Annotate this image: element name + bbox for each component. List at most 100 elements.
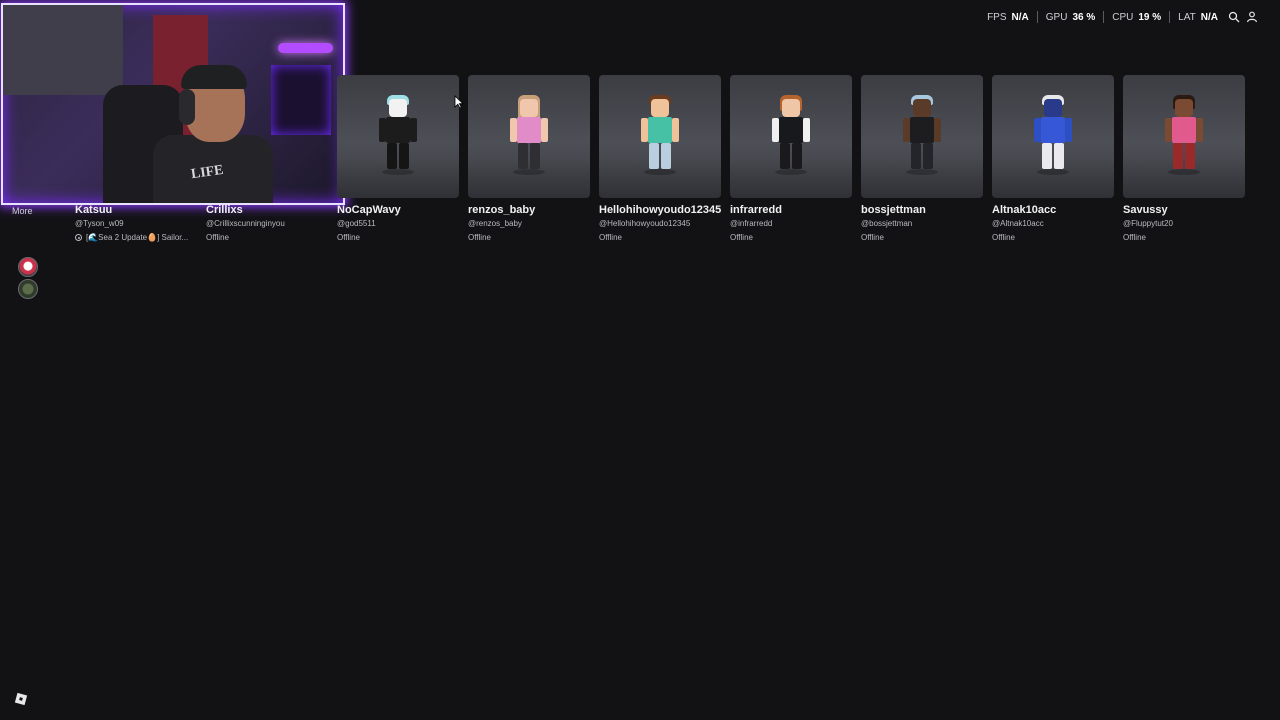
avatar-shadow <box>1168 169 1200 175</box>
friend-card-bossjettman[interactable]: bossjettman @bossjettman Offline <box>861 75 985 242</box>
avatar <box>640 93 680 177</box>
avatar-arm <box>641 118 648 142</box>
friend-handle: @Altnak10acc <box>992 219 1044 228</box>
friend-card-infrarredd[interactable]: infrarredd @infrarredd Offline <box>730 75 854 242</box>
more-menu-label[interactable]: More <box>12 206 33 216</box>
avatar-shadow <box>1037 169 1069 175</box>
friend-avatar-tile[interactable] <box>992 75 1114 198</box>
avatar <box>509 93 549 177</box>
screen: LIFE More FPS N/A GPU 36 % CPU 19 % LAT … <box>0 0 1280 720</box>
friend-card-nocapwavy[interactable]: NoCapWavy @god5511 Offline <box>337 75 461 242</box>
avatar-leg <box>792 143 802 169</box>
avatar-head <box>913 99 931 117</box>
roblox-logo-icon[interactable] <box>14 692 28 706</box>
avatar-head <box>520 99 538 117</box>
avatar <box>1164 93 1204 177</box>
lat-stat: LAT N/A <box>1170 12 1226 23</box>
friend-name: Hellohihowyoudo12345 <box>599 204 722 216</box>
gpu-value: 36 % <box>1072 11 1096 23</box>
friend-avatar-tile[interactable] <box>1123 75 1245 198</box>
avatar-shadow <box>906 169 938 175</box>
avatar-leg <box>1173 143 1183 169</box>
friend-avatar-tile[interactable] <box>599 75 721 198</box>
friend-name: Altnak10acc <box>992 204 1057 216</box>
friend-status-text: Offline <box>337 233 360 242</box>
avatar-arm <box>1165 118 1172 142</box>
game-icon-two[interactable] <box>18 279 38 299</box>
lat-value: N/A <box>1200 11 1218 23</box>
friend-avatar-tile[interactable] <box>861 75 983 198</box>
avatar-leg <box>399 143 409 169</box>
avatar-head <box>782 99 800 117</box>
avatar-head <box>1044 99 1062 117</box>
avatar-arm <box>1196 118 1203 142</box>
lat-label: LAT <box>1178 11 1196 23</box>
friend-status-text: Offline <box>861 233 884 242</box>
friend-card-altnak10acc[interactable]: Altnak10acc @Altnak10acc Offline <box>992 75 1116 242</box>
friend-status: [🌊Sea 2 Update🥚] Sailor... <box>75 233 199 242</box>
game-icon-one[interactable] <box>18 257 38 277</box>
avatar-leg <box>387 143 397 169</box>
avatar-shadow <box>644 169 676 175</box>
avatar-arm <box>803 118 810 142</box>
friend-card-katsuu[interactable]: Katsuu @Tyson_w09 [🌊Sea 2 Update🥚] Sailo… <box>75 75 199 242</box>
mouse-cursor-icon <box>454 95 464 109</box>
avatar-torso <box>1172 117 1196 143</box>
avatar-shadow <box>382 169 414 175</box>
friend-card-savussy[interactable]: Savussy @Fluppytut20 Offline <box>1123 75 1247 242</box>
avatar-leg <box>780 143 790 169</box>
gpu-label: GPU <box>1045 11 1068 23</box>
fps-value: N/A <box>1011 11 1029 23</box>
friend-status: Offline <box>206 233 330 242</box>
search-icon[interactable] <box>1228 11 1240 23</box>
cpu-stat: CPU 19 % <box>1104 12 1169 23</box>
friend-handle: @bossjettman <box>861 219 913 228</box>
avatar-arm <box>934 118 941 142</box>
friend-name: Katsuu <box>75 204 113 216</box>
friend-status-text: Offline <box>1123 233 1146 242</box>
friend-card-renzos-baby[interactable]: renzos_baby @renzos_baby Offline <box>468 75 592 242</box>
friend-status-text: Offline <box>206 233 229 242</box>
friend-name: infrarredd <box>730 204 782 216</box>
friend-handle: @renzos_baby <box>468 219 522 228</box>
avatar <box>1033 93 1073 177</box>
friend-handle: @Tyson_w09 <box>75 219 124 228</box>
avatar <box>902 93 942 177</box>
avatar-leg <box>518 143 528 169</box>
avatar-arm <box>672 118 679 142</box>
webcam-neon-light <box>278 43 333 53</box>
fps-stat: FPS N/A <box>979 12 1037 23</box>
friend-handle: @Crillixscunninginyou <box>206 219 285 228</box>
gpu-stat: GPU 36 % <box>1038 12 1103 23</box>
perf-icons <box>1228 11 1258 23</box>
friend-status-text: Offline <box>468 233 491 242</box>
avatar-leg <box>649 143 659 169</box>
avatar-torso <box>910 117 934 143</box>
user-icon[interactable] <box>1246 11 1258 23</box>
friend-avatar-tile[interactable] <box>730 75 852 198</box>
avatar-head <box>651 99 669 117</box>
in-game-icon <box>75 234 82 241</box>
friend-name: Crillixs <box>206 204 243 216</box>
avatar-arm <box>541 118 548 142</box>
friend-status: Offline <box>1123 233 1247 242</box>
avatar-leg <box>1054 143 1064 169</box>
avatar-head <box>389 99 407 117</box>
friend-avatar-tile[interactable] <box>337 75 459 198</box>
avatar-arm <box>772 118 779 142</box>
friend-avatar-tile[interactable] <box>468 75 590 198</box>
avatar-leg <box>1185 143 1195 169</box>
avatar-leg <box>661 143 671 169</box>
friend-name: NoCapWavy <box>337 204 401 216</box>
avatar-arm <box>410 118 417 142</box>
avatar-shadow <box>775 169 807 175</box>
friend-status: Offline <box>730 233 854 242</box>
avatar-torso <box>648 117 672 143</box>
fps-label: FPS <box>987 11 1007 23</box>
cpu-label: CPU <box>1112 11 1134 23</box>
friend-card-crillixs[interactable]: Crillixs @Crillixscunninginyou Offline <box>206 75 330 242</box>
friend-status-text: [🌊Sea 2 Update🥚] Sailor... <box>86 233 189 242</box>
friend-status: Offline <box>468 233 592 242</box>
friend-card-hellohihowyoudo12345[interactable]: Hellohihowyoudo12345 @Hellohihowyoudo123… <box>599 75 723 242</box>
avatar-leg <box>530 143 540 169</box>
